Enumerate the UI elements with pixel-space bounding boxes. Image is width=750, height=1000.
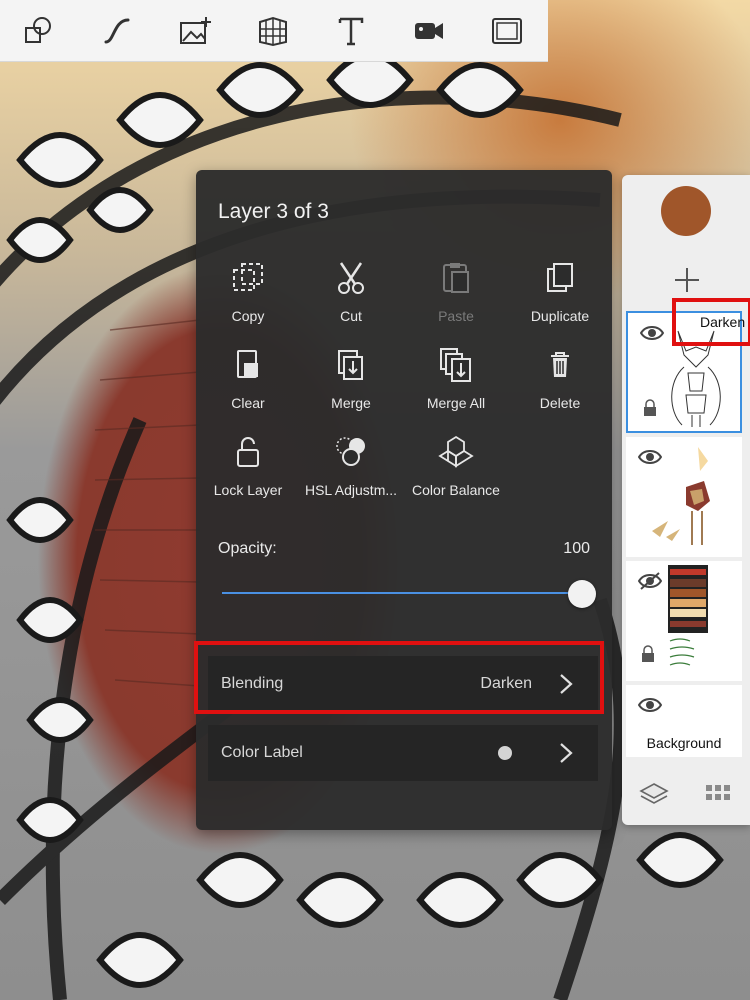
canvas-frame-tool-button[interactable] (468, 0, 546, 62)
paste-label: Paste (438, 308, 474, 324)
lock-layer-button[interactable]: Lock Layer (196, 424, 300, 504)
copy-button[interactable]: Copy (196, 250, 300, 330)
add-layer-icon[interactable] (672, 265, 702, 295)
shapes-tool-button[interactable] (0, 0, 78, 62)
opacity-value: 100 (563, 540, 590, 557)
perspective-grid-icon (259, 16, 287, 46)
layer-menu-panel: Layer 3 of 3 Copy Cut Paste Duplicate Cl… (196, 170, 612, 830)
layer-blend-mode-badge: Darken (700, 314, 746, 330)
color-balance-icon (438, 435, 474, 468)
color-balance-label: Color Balance (412, 482, 500, 498)
paste-button[interactable]: Paste (404, 250, 508, 330)
blending-value: Darken (480, 675, 532, 692)
video-tool-button[interactable] (390, 0, 468, 62)
paste-icon (443, 263, 469, 293)
current-color-swatch[interactable] (661, 186, 711, 236)
canvas-frame-icon (492, 17, 522, 44)
layer-thumbnail-1[interactable] (626, 561, 742, 681)
duplicate-label: Duplicate (530, 308, 590, 324)
hsl-adjustment-button[interactable]: HSL Adjustm... (299, 424, 403, 504)
stroke-tool-button[interactable] (78, 0, 156, 62)
duplicate-button[interactable]: Duplicate (508, 250, 612, 330)
lock-layer-label: Lock Layer (213, 482, 283, 498)
hsl-icon (336, 437, 365, 466)
color-label-row[interactable]: Color Label (208, 725, 598, 781)
clear-label: Clear (231, 395, 265, 411)
blending-row[interactable]: Blending Darken (208, 656, 598, 712)
merge-all-label: Merge All (426, 395, 486, 411)
lock-icon (642, 645, 654, 662)
text-icon (338, 17, 364, 45)
layers-panel-footer (622, 765, 750, 825)
color-label-label: Color Label (221, 744, 303, 761)
cut-label: Cut (340, 308, 362, 324)
scissors-icon (338, 262, 364, 294)
add-image-tool-button[interactable] (156, 0, 234, 62)
chevron-right-icon (560, 674, 573, 694)
opacity-label: Opacity: (218, 540, 277, 557)
stroke-icon (104, 18, 130, 43)
opacity-slider[interactable] (222, 580, 596, 608)
video-icon (415, 22, 443, 39)
lock-icon (644, 399, 656, 416)
fox-color-thumbnail (652, 447, 710, 545)
color-label-dot (498, 746, 512, 760)
layer-thumbnail-2[interactable] (626, 437, 742, 557)
perspective-grid-tool-button[interactable] (234, 0, 312, 62)
eye-icon[interactable] (638, 695, 662, 715)
chevron-right-icon (560, 743, 573, 763)
layer-menu-title: Layer 3 of 3 (218, 200, 329, 223)
copy-label: Copy (231, 308, 265, 324)
layers-panel: Background (622, 175, 750, 825)
opacity-slider-fill (222, 592, 582, 594)
merge-icon (338, 350, 363, 380)
trash-icon (551, 352, 569, 377)
text-tool-button[interactable] (312, 0, 390, 62)
merge-all-icon (440, 348, 471, 382)
merge-button[interactable]: Merge (299, 337, 403, 417)
grid-view-icon[interactable] (703, 780, 733, 810)
eye-hidden-icon[interactable] (638, 571, 662, 591)
delete-label: Delete (539, 395, 581, 411)
background-layer-label: Background (646, 735, 722, 751)
background-layer-thumbnail[interactable]: Background (626, 685, 742, 757)
color-balance-button[interactable]: Color Balance (404, 424, 508, 504)
shapes-icon (25, 16, 51, 43)
fox-sketch-thumbnail (671, 330, 721, 427)
merge-label: Merge (331, 395, 371, 411)
copy-icon (233, 263, 263, 291)
duplicate-icon (547, 263, 573, 292)
add-image-icon (180, 16, 211, 44)
clear-button[interactable]: Clear (196, 337, 300, 417)
layers-stack-icon[interactable] (639, 780, 669, 810)
lock-icon (237, 437, 259, 467)
opacity-slider-thumb[interactable] (568, 580, 596, 608)
cut-button[interactable]: Cut (299, 250, 403, 330)
hsl-adjustment-label: HSL Adjustm... (304, 482, 398, 498)
merge-all-button[interactable]: Merge All (404, 337, 508, 417)
top-toolbar (0, 0, 548, 62)
blending-label: Blending (221, 675, 284, 692)
delete-button[interactable]: Delete (508, 337, 612, 417)
clear-icon (237, 350, 258, 378)
color-swatch-reference-thumbnail (668, 565, 708, 666)
